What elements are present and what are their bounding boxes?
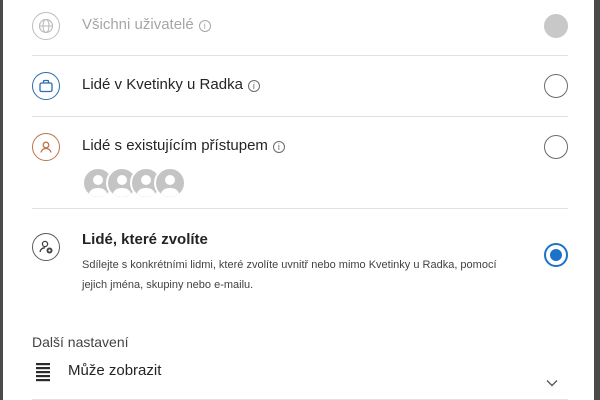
permission-label: Může zobrazit — [68, 362, 162, 379]
more-settings-section: Další nastavení Může zobrazit — [32, 0, 568, 400]
more-settings-heading: Další nastavení — [32, 334, 129, 350]
window-frame-left — [0, 0, 3, 400]
window-frame-right — [594, 0, 600, 400]
permission-dropdown[interactable]: Může zobrazit — [32, 356, 568, 400]
chevron-down-icon[interactable] — [546, 374, 558, 392]
document-lines-icon — [36, 363, 50, 388]
